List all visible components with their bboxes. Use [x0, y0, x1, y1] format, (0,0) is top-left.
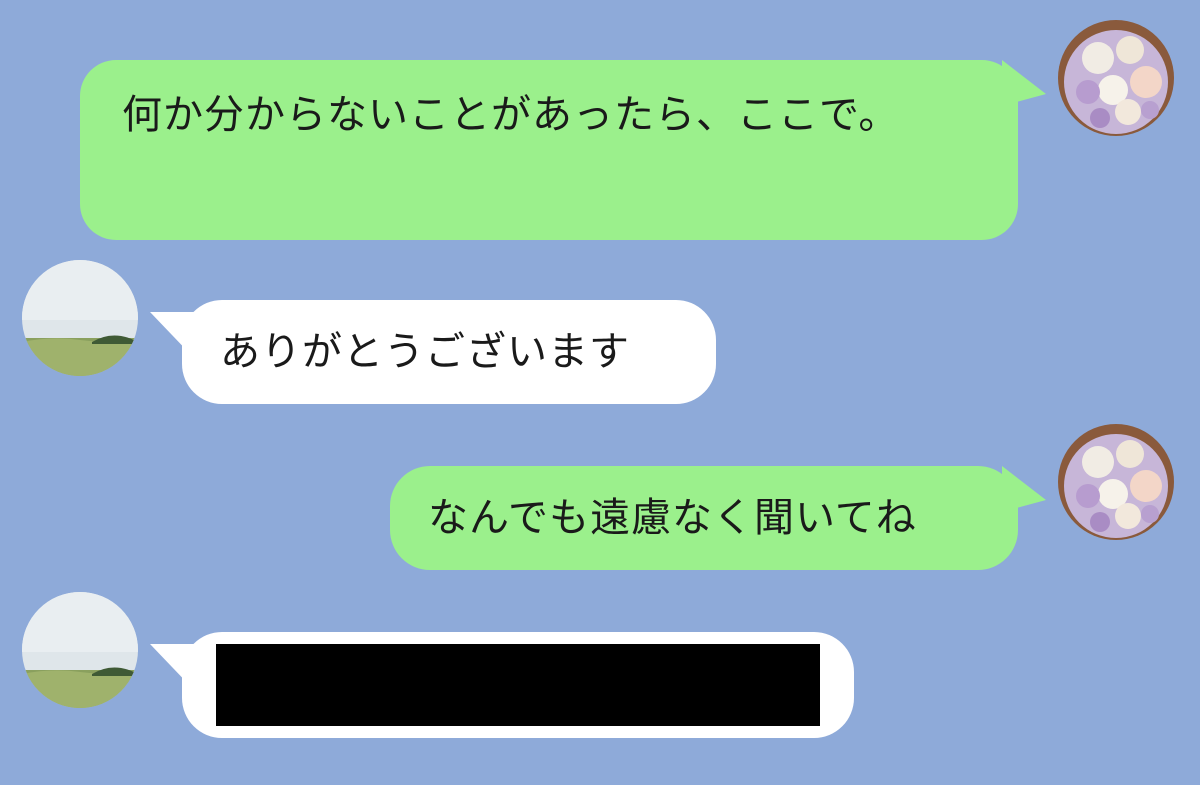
receiver-avatar[interactable] — [22, 260, 138, 376]
message-bubble-sent[interactable]: なんでも遠慮なく聞いてね — [390, 466, 1018, 570]
landscape-icon — [22, 260, 138, 376]
sender-avatar[interactable] — [1058, 424, 1174, 540]
message-bubble-sent[interactable]: 何か分からないことがあったら、ここで。 — [80, 60, 1018, 240]
message-bubble-received[interactable]: ありがとうございます — [182, 300, 716, 404]
message-text: 何か分からないことがあったら、ここで。 — [122, 92, 900, 138]
message-text: なんでも遠慮なく聞いてね — [428, 495, 917, 541]
receiver-avatar[interactable] — [22, 592, 138, 708]
sender-avatar[interactable] — [1058, 20, 1174, 136]
flower-bouquet-icon — [1058, 20, 1174, 136]
message-text: ありがとうございます — [220, 329, 630, 375]
redaction-block — [216, 644, 820, 726]
landscape-icon — [22, 592, 138, 708]
flower-bouquet-icon — [1058, 424, 1174, 540]
